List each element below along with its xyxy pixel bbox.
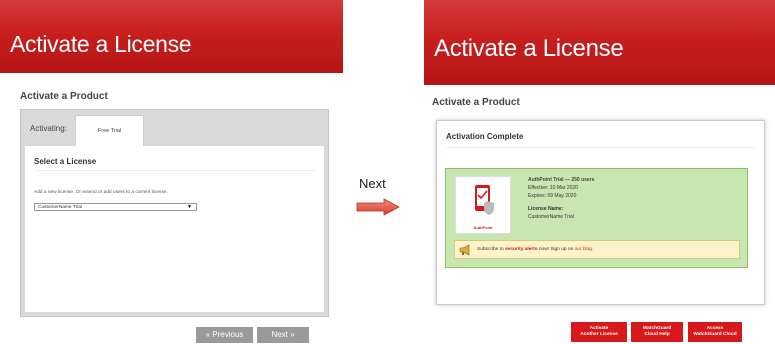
select-license-heading: Select a License [34,157,97,166]
subscribe-notice: Subscribe to security alerts now! Sign u… [454,240,740,259]
subscribe-end: . [591,247,594,252]
access-watchguard-cloud-button[interactable]: Access WatchGuard Cloud [688,322,742,342]
subscribe-text: Subscribe to security alerts now! Sign u… [477,247,593,252]
activate-license-panel-after: Activate a License Activate a Product Ac… [424,0,775,344]
divider [34,170,315,171]
license-select[interactable]: CustomerName Trial ▼ [34,203,197,211]
activation-complete-box: Activation Complete AuthPoint AuthPoint … [436,120,765,305]
right-arrow-icon [356,198,400,216]
header-banner: Activate a License [0,0,343,73]
tab-free-trial[interactable]: Free Trial [75,115,144,146]
activation-complete-heading: Activation Complete [446,132,524,141]
activating-label: Activating: [30,124,67,133]
page-title: Activate a License [434,35,624,62]
next-button[interactable]: Next » [257,327,309,343]
subscribe-prefix: Subscribe to [477,247,505,252]
watchguard-cloud-help-button[interactable]: WatchGuard Cloud Help [631,322,683,342]
section-heading: Activate a Product [20,91,108,102]
button-label-line: Cloud Help [644,332,670,337]
license-effective-date: Effective: 10 Mar 2020 [528,185,578,191]
header-banner: Activate a License [424,0,775,85]
divider [446,147,755,148]
subscribe-middle: now! Sign up on [537,247,575,252]
instruction-text: Add a new license. Or extend or add user… [34,190,168,195]
previous-button[interactable]: « Previous [196,327,253,343]
license-expiry-date: Expires: 09 May 2020 [528,193,577,199]
authpoint-logo: AuthPoint [455,176,511,234]
section-heading: Activate a Product [432,97,520,108]
dropdown-caret-icon: ▼ [187,204,192,210]
phone-shield-icon [475,185,494,215]
logo-caption: AuthPoint [473,225,493,230]
security-alerts-link[interactable]: security alerts [505,247,538,252]
blog-link[interactable]: our blog [575,247,592,252]
license-name-value: CustomerName Trial [528,214,574,220]
page-title: Activate a License [10,31,192,57]
activation-wizard: Activating: Free Trial Select a License … [20,109,329,317]
transition-label: Next [359,176,386,191]
select-license-pane: Select a License Add a new license. Or e… [25,146,324,312]
license-product: AuthPoint Trial — 250 users [528,177,595,183]
activate-another-license-button[interactable]: Activate Another License [571,322,627,342]
activate-license-panel-before: Activate a License Activate a Product Ac… [0,0,343,344]
button-label-line: Another License [580,332,618,337]
button-label-line: WatchGuard Cloud [693,332,737,337]
license-summary-card: AuthPoint AuthPoint Trial — 250 users Ef… [445,168,748,268]
license-select-value: CustomerName Trial [38,205,82,210]
license-name-label: License Name: [528,206,564,212]
megaphone-icon [459,244,470,256]
